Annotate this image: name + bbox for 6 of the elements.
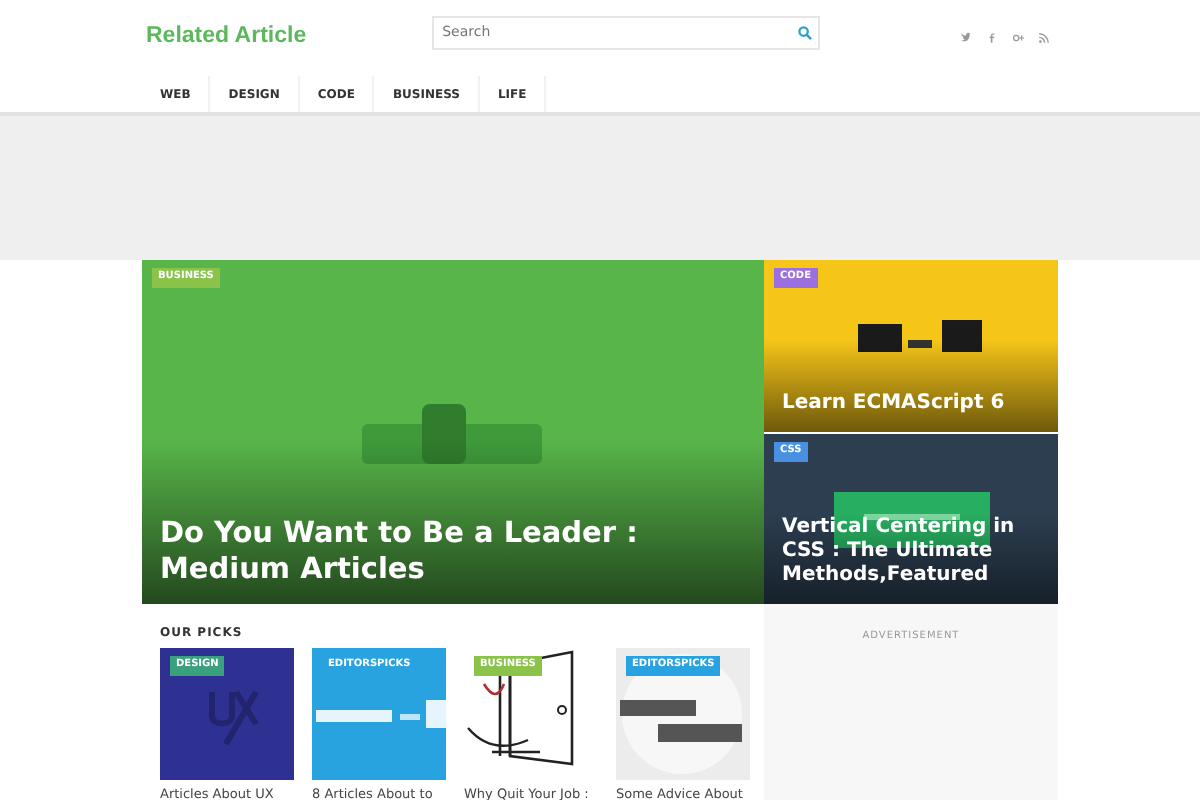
logo[interactable]: Related Article <box>146 20 307 56</box>
google-plus-icon[interactable] <box>1012 32 1025 44</box>
bird-icon[interactable] <box>960 32 973 44</box>
rss-icon[interactable] <box>1038 32 1051 44</box>
search-icon[interactable] <box>798 25 813 39</box>
facebook-icon[interactable] <box>986 32 999 44</box>
